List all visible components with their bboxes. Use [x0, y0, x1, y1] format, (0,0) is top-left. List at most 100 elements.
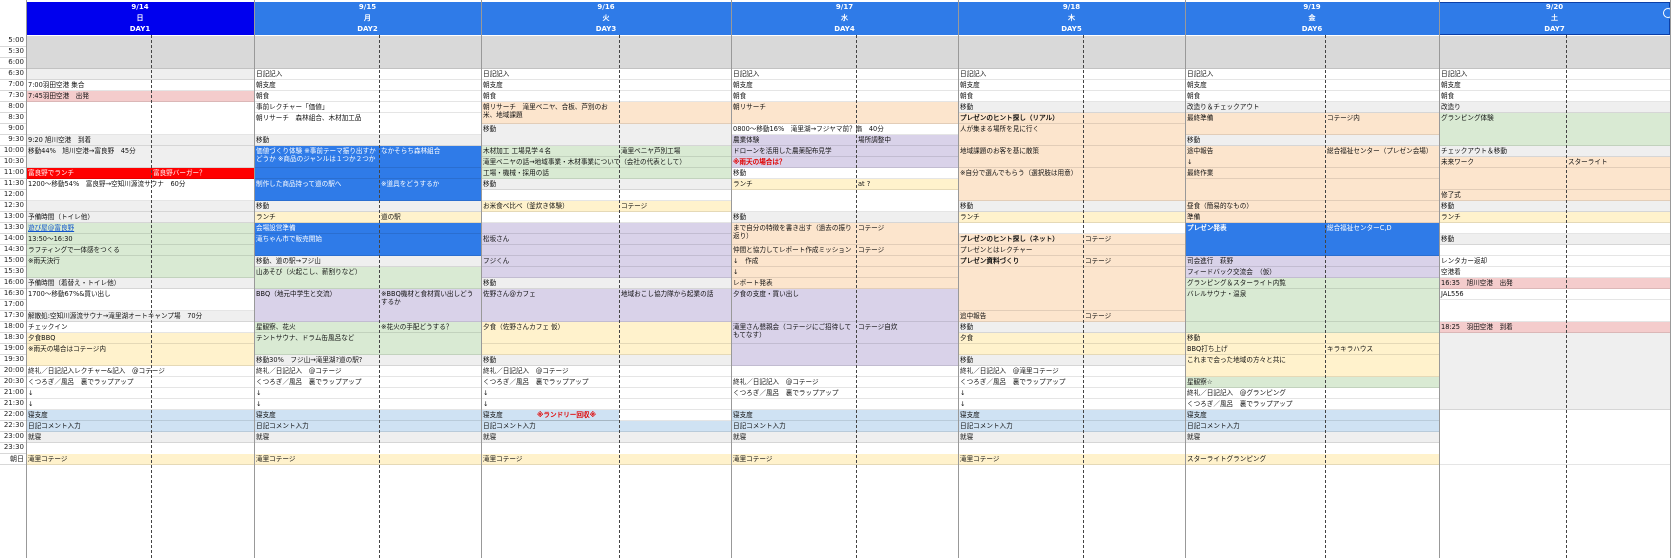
schedule-cell[interactable]: 滝里ベニヤ芦別工場 — [619, 146, 731, 157]
day-header-2[interactable]: 9/15 月 DAY2 — [254, 2, 481, 35]
schedule-cell[interactable]: 富良野バーガー？ — [151, 168, 254, 179]
schedule-cell[interactable]: 終礼／日記記入 @コテージ — [731, 377, 958, 388]
schedule-cell[interactable]: 終礼／日記記入 @コテージ — [254, 366, 481, 377]
schedule-cell[interactable]: 朝リサーチ — [731, 102, 958, 124]
schedule-cell[interactable]: 朝食 — [958, 91, 1185, 102]
schedule-cell[interactable]: 人が集まる場所を見に行く — [958, 124, 1185, 146]
schedule-cell[interactable]: 改造り＆チェックアウト — [1185, 102, 1439, 113]
schedule-cell[interactable]: 地域おこし協力隊から起業の話 — [619, 289, 731, 322]
schedule-cell[interactable]: 移動 — [958, 201, 1185, 212]
schedule-cell[interactable]: 朝支度 — [731, 80, 958, 91]
schedule-cell[interactable]: くつろぎ／風呂 裏でラップアップ — [1185, 399, 1439, 410]
schedule-cell[interactable]: くつろぎ／風呂 裏でラップアップ — [481, 377, 731, 388]
schedule-cell[interactable]: プレゼン資料づくり — [958, 256, 1083, 267]
schedule-cell[interactable]: 移動 — [958, 355, 1185, 366]
schedule-cell[interactable]: ※雨天の場合は？ — [731, 157, 958, 168]
schedule-cell[interactable]: 朝食 — [481, 91, 731, 102]
schedule-cell[interactable]: ↓ 作成 — [731, 256, 958, 267]
schedule-cell[interactable]: 星観察☆ — [1185, 377, 1439, 388]
schedule-cell[interactable]: コテージ自炊 — [856, 322, 958, 344]
schedule-cell[interactable]: 最終作業 — [1185, 168, 1439, 179]
schedule-cell[interactable] — [26, 201, 254, 212]
schedule-cell[interactable]: 寝支度 — [731, 410, 958, 421]
schedule-cell[interactable] — [1439, 223, 1670, 234]
schedule-cell[interactable]: 就寝 — [1185, 432, 1439, 443]
schedule-cell[interactable]: バレルサウナ・温泉 — [1185, 289, 1439, 322]
day-header-1[interactable]: 9/14 日 DAY1 — [26, 2, 254, 35]
schedule-cell[interactable]: 追中報告 — [958, 311, 1083, 322]
schedule-cell[interactable]: 朝支度 — [1185, 80, 1439, 91]
schedule-cell[interactable]: コテージ — [856, 223, 958, 245]
schedule-cell[interactable]: 朝支度 — [958, 80, 1185, 91]
schedule-cell[interactable] — [1185, 322, 1439, 333]
schedule-cell[interactable]: ※道具をどうするか — [379, 179, 481, 201]
schedule-cell[interactable]: 夕食 — [958, 333, 1185, 344]
schedule-cell[interactable]: フィードバック交流会 （仮） — [1185, 267, 1439, 278]
schedule-cell[interactable]: くつろぎ／風呂 裏でラップアップ — [254, 377, 481, 388]
schedule-cell[interactable]: 滝里コテージ — [481, 454, 731, 465]
schedule-cell[interactable]: くつろぎ／風呂 裏でラップアップ — [958, 377, 1185, 388]
schedule-cell[interactable]: 農業体験 — [731, 135, 856, 146]
schedule-cell[interactable]: 13:50〜16:30 — [26, 234, 254, 245]
schedule-cell[interactable]: プレゼンとはレクチャー — [958, 245, 1185, 256]
schedule-cell[interactable] — [481, 245, 731, 256]
schedule-cell[interactable]: 移動 — [254, 135, 481, 146]
schedule-cell[interactable]: ※花火の手配どうする？ — [379, 322, 481, 333]
schedule-cell[interactable] — [26, 69, 254, 80]
schedule-cell[interactable]: 総合福祉センターC,D — [1325, 223, 1439, 256]
schedule-cell[interactable]: ランチ — [731, 179, 856, 190]
schedule-cell[interactable]: 日記コメント入力 — [1185, 421, 1439, 432]
schedule-cell[interactable]: 移動44% 旭川空港→富良野 45分 — [26, 146, 254, 168]
schedule-cell[interactable]: ランチ — [1439, 212, 1670, 223]
schedule-cell[interactable] — [26, 102, 254, 135]
schedule-cell[interactable]: at ? — [856, 179, 958, 190]
schedule-cell[interactable]: チェックイン — [26, 322, 254, 333]
schedule-cell[interactable]: ランチ — [958, 212, 1185, 223]
schedule-cell[interactable]: 朝食 — [254, 91, 481, 102]
schedule-cell[interactable]: 移動 — [481, 179, 731, 190]
schedule-cell[interactable]: グランピング体験 — [1439, 113, 1670, 146]
schedule-cell[interactable]: お米食べ比べ（釜炊き体験） — [481, 201, 619, 212]
schedule-cell[interactable]: キラキラハウス — [1325, 344, 1439, 355]
schedule-cell[interactable]: ↓ — [254, 388, 481, 399]
schedule-cell[interactable]: コテージ内 — [1325, 113, 1439, 135]
schedule-cell[interactable]: 移動 — [254, 201, 481, 212]
schedule-cell[interactable] — [1439, 410, 1670, 465]
schedule-cell[interactable]: 就寝 — [958, 432, 1185, 443]
schedule-cell[interactable] — [731, 344, 958, 366]
schedule-cell[interactable]: 改造り — [1439, 102, 1670, 113]
schedule-cell[interactable]: コテージ — [1083, 311, 1185, 322]
schedule-cell[interactable]: ↓ — [26, 388, 254, 399]
schedule-cell[interactable]: 1700〜移動67%&買い出し — [26, 289, 254, 311]
schedule-cell[interactable]: 日記記入 — [1185, 69, 1439, 80]
schedule-cell[interactable]: 移動 — [481, 124, 731, 146]
schedule-cell[interactable]: 修了式 — [1439, 190, 1670, 201]
schedule-cell[interactable]: JAL556 — [1439, 289, 1670, 300]
schedule-cell[interactable]: スターライトグランピング — [1185, 454, 1439, 465]
schedule-cell[interactable] — [1439, 333, 1670, 410]
schedule-cell[interactable]: 解散処:空知川源流サウナ→滝里湖オートキャンプ場 70分 — [26, 311, 254, 322]
schedule-cell[interactable]: テントサウナ、ドラム缶風呂など — [254, 333, 481, 355]
schedule-cell[interactable]: 滝里コテージ — [254, 454, 481, 465]
schedule-cell[interactable]: 日記記入 — [731, 69, 958, 80]
schedule-cell[interactable]: ドローンを活用した農薬配布見学 — [731, 146, 958, 157]
schedule-cell[interactable]: ※雨天の場合はコテージ内 — [26, 344, 254, 366]
schedule-cell[interactable]: 未来ワーク — [1439, 157, 1566, 168]
schedule-cell[interactable]: 山あそび（火起こし、薪割りなど） — [254, 267, 481, 289]
schedule-cell[interactable]: 星観察、花火 — [254, 322, 379, 333]
schedule-cell[interactable]: 昼食（簡易的なもの） — [1185, 201, 1439, 212]
schedule-cell[interactable]: なかそらち森林組合 — [379, 146, 481, 168]
schedule-cell[interactable]: 日記コメント入力 — [481, 421, 731, 432]
schedule-cell[interactable]: グランピング＆スターライト内覧 — [1185, 278, 1439, 289]
schedule-cell[interactable]: 終礼／日記記入レクチャー&記入 @コテージ — [26, 366, 254, 377]
schedule-cell[interactable]: レンタカー返却 — [1439, 256, 1670, 267]
schedule-cell[interactable] — [1439, 300, 1670, 322]
schedule-cell[interactable]: 9:20 旭川空港 到着 — [26, 135, 254, 146]
schedule-cell[interactable]: BBQ打ち上げ — [1185, 344, 1325, 355]
schedule-cell[interactable]: 朝食 — [1439, 91, 1670, 102]
schedule-cell[interactable]: コテージ — [856, 245, 958, 256]
schedule-cell[interactable]: 日記コメント入力 — [26, 421, 254, 432]
schedule-cell[interactable]: 予備時間（トイレ他） — [26, 212, 254, 223]
schedule-cell[interactable]: ランチ — [254, 212, 379, 223]
schedule-cell[interactable]: これまで会った地域の方々と共に — [1185, 355, 1439, 377]
